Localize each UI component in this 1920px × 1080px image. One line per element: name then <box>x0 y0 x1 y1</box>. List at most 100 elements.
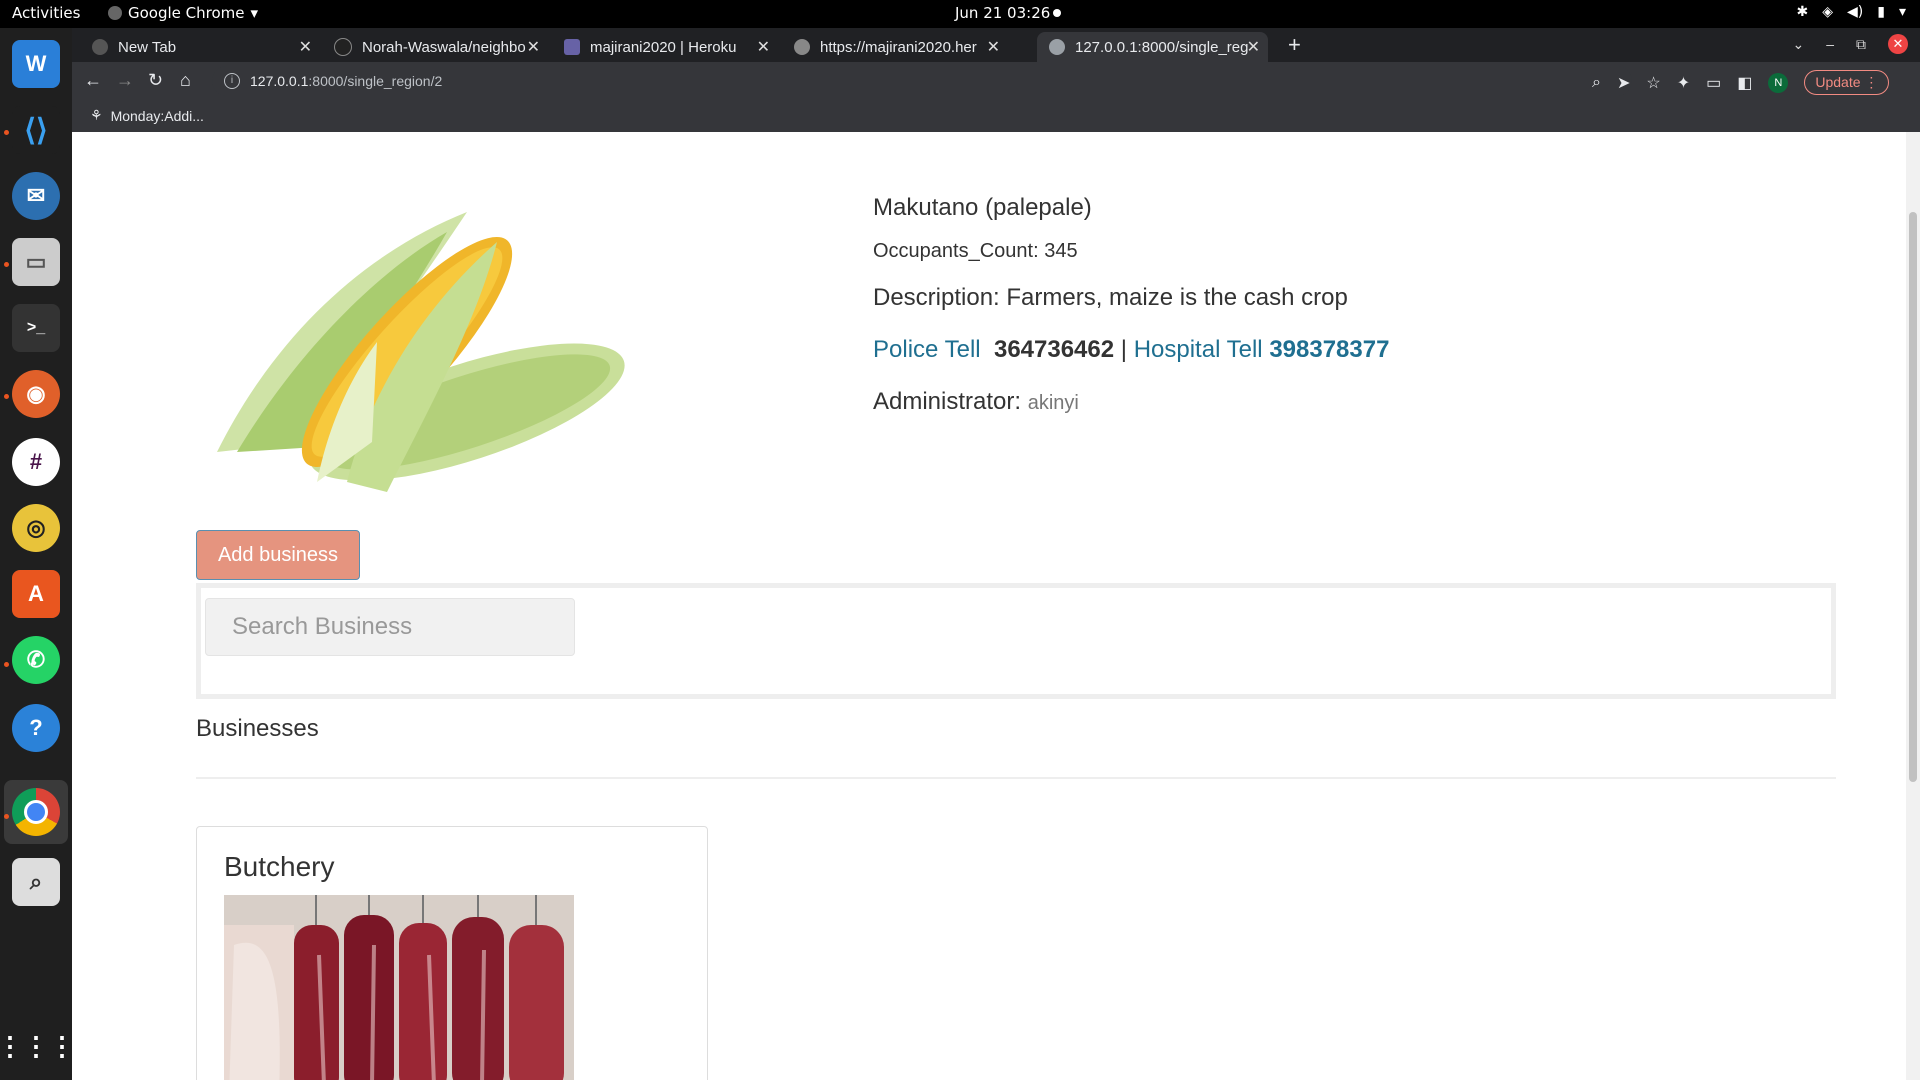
hospital-label: Hospital Tell <box>1133 336 1263 363</box>
tab-search-chevron-icon[interactable]: ⌄ <box>1792 36 1804 53</box>
tab-title: majirani2020 | Heroku <box>590 38 737 56</box>
reload-icon[interactable]: ↻ <box>148 70 163 91</box>
bookmarks-bar: ⚘ Monday:Addi... <box>72 100 1920 133</box>
profile-avatar[interactable]: N <box>1768 72 1789 93</box>
tab-strip: New Tab ✕ Norah-Waswala/neighbo ✕ majira… <box>72 28 1920 62</box>
url-path: :8000/single_region/2 <box>308 73 443 89</box>
administrator: Administrator: akinyi <box>873 388 1079 416</box>
site-info-icon[interactable]: i <box>224 73 240 89</box>
caret-down-icon: ▾ <box>250 4 259 22</box>
github-favicon-icon <box>334 38 352 56</box>
region-description: Description: Farmers, maize is the cash … <box>873 284 1348 311</box>
tab-heroku[interactable]: majirani2020 | Heroku ✕ <box>552 32 778 62</box>
wifi-icon: ◈ <box>1822 4 1834 20</box>
slack-tray-icon[interactable]: ✱ <box>1797 4 1809 20</box>
contact-separator: | <box>1120 336 1128 363</box>
send-icon[interactable]: ➤ <box>1617 73 1630 93</box>
zoom-icon[interactable]: ⌕ <box>1592 74 1601 92</box>
page-scrollbar[interactable] <box>1906 132 1920 1080</box>
recording-indicator-icon <box>1053 9 1061 17</box>
hospital-number: 398378377 <box>1269 336 1390 363</box>
chrome-small-icon <box>108 6 122 20</box>
police-label: Police Tell <box>873 336 981 363</box>
volume-icon: ◀) <box>1847 4 1864 20</box>
vscode-icon[interactable]: ⟨⟩ <box>12 106 60 154</box>
close-window-icon[interactable]: ✕ <box>1888 34 1908 54</box>
system-top-bar: Activities Google Chrome ▾ Jun 21 03:26 … <box>0 0 1920 28</box>
libreoffice-writer-icon[interactable]: W <box>12 40 60 88</box>
app-name: Google Chrome <box>128 4 245 22</box>
help-icon[interactable]: ? <box>12 704 60 752</box>
emergency-contacts: Police Tell 364736462 | Hospital Tell 39… <box>873 336 1389 364</box>
restore-icon[interactable]: ⧉ <box>1856 36 1866 53</box>
tab-title: 127.0.0.1:8000/single_reg <box>1075 38 1249 56</box>
page-viewport: Makutano (palepale) Occupants_Count: 345… <box>72 132 1920 1080</box>
update-button[interactable]: Update ⋮ <box>1804 70 1890 95</box>
url-host: 127.0.0.1 <box>250 73 309 89</box>
tab-majirani-site[interactable]: https://majirani2020.her ✕ <box>782 32 1008 62</box>
tab-close-icon[interactable]: ✕ <box>757 37 770 57</box>
app-center-icon[interactable]: A <box>12 570 60 618</box>
tab-close-icon[interactable]: ✕ <box>987 37 1000 57</box>
address-bar[interactable]: i 127.0.0.1 :8000/single_region/2 <box>212 66 1632 96</box>
extensions-puzzle-icon[interactable]: ✦ <box>1677 73 1690 93</box>
app-menu[interactable]: Google Chrome ▾ <box>108 4 258 22</box>
admin-label: Administrator: <box>873 388 1022 415</box>
globe-favicon-icon <box>1049 39 1065 55</box>
activities-button[interactable]: Activities <box>12 4 80 22</box>
business-name: Butchery <box>224 851 335 882</box>
slack-icon[interactable]: # <box>12 438 60 486</box>
window-controls: ⌄ – ⧉ ✕ <box>1792 34 1908 54</box>
heroku-favicon-icon <box>564 39 580 55</box>
tab-close-icon[interactable]: ✕ <box>527 37 540 57</box>
tab-close-icon[interactable]: ✕ <box>1247 37 1260 57</box>
bookmark-label: Monday:Addi... <box>110 107 204 124</box>
region-name: Makutano (palepale) <box>873 194 1092 221</box>
rhythmbox-icon[interactable]: ◎ <box>12 504 60 552</box>
globe-favicon-icon <box>794 39 810 55</box>
bookmark-item[interactable]: ⚘ Monday:Addi... <box>90 107 204 124</box>
new-tab-plus-icon[interactable]: + <box>1288 32 1301 58</box>
home-icon[interactable]: ⌂ <box>180 70 191 91</box>
scrollbar-thumb[interactable] <box>1909 212 1917 782</box>
butchery-image <box>224 895 574 1080</box>
businesses-heading: Businesses <box>196 715 319 742</box>
app-grid-icon[interactable]: ⋮⋮⋮ <box>0 1022 75 1070</box>
cast-icon[interactable]: ▭ <box>1706 73 1721 93</box>
maize-image <box>217 212 625 492</box>
terminal-icon[interactable]: >_ <box>12 304 60 352</box>
search-panel <box>196 583 1836 699</box>
browser-toolbar: ← → ↻ ⌂ i 127.0.0.1 :8000/single_region/… <box>72 62 1920 100</box>
admin-value: akinyi <box>1027 392 1079 414</box>
firefox-icon[interactable]: ◉ <box>12 370 60 418</box>
back-arrow-icon[interactable]: ← <box>84 70 102 91</box>
search-business-input[interactable] <box>205 598 575 656</box>
search-tool-icon[interactable]: ⌕ <box>12 858 60 906</box>
whatsapp-icon[interactable]: ✆ <box>12 636 60 684</box>
tab-favicon-icon <box>92 39 108 55</box>
battery-icon: ▮ <box>1877 4 1885 20</box>
forward-arrow-icon[interactable]: → <box>116 70 134 91</box>
tab-title: Norah-Waswala/neighbo <box>362 38 526 56</box>
divider <box>196 777 1836 779</box>
side-panel-icon[interactable]: ◧ <box>1737 73 1752 93</box>
tab-close-icon[interactable]: ✕ <box>299 37 312 57</box>
clock[interactable]: Jun 21 03:26 <box>955 4 1050 22</box>
dock: W ⟨⟩ ✉ ▭ >_ ◉ # ◎ A ✆ ? ⌕ ⋮⋮⋮ <box>0 28 75 1080</box>
tab-github[interactable]: Norah-Waswala/neighbo ✕ <box>322 32 548 62</box>
minimize-icon[interactable]: – <box>1826 36 1834 52</box>
tray-menu-caret-icon[interactable]: ▾ <box>1899 4 1906 20</box>
toolbar-right: ⌕ ➤ ☆ ✦ ▭ ◧ N Update ⋮ <box>1592 70 1890 95</box>
system-tray[interactable]: ✱ ◈ ◀) ▮ ▾ <box>1797 4 1907 20</box>
update-label: Update <box>1815 74 1861 90</box>
files-icon[interactable]: ▭ <box>12 238 60 286</box>
thunderbird-icon[interactable]: ✉ <box>12 172 60 220</box>
chrome-icon[interactable] <box>12 788 60 836</box>
tab-active-single-region[interactable]: 127.0.0.1:8000/single_reg ✕ <box>1037 32 1268 62</box>
tab-title: https://majirani2020.her <box>820 38 977 56</box>
police-number: 364736462 <box>993 336 1115 363</box>
bookmark-star-icon[interactable]: ☆ <box>1646 73 1660 93</box>
tab-new-tab[interactable]: New Tab ✕ <box>80 32 320 62</box>
add-business-button[interactable]: Add business <box>196 530 360 580</box>
business-card[interactable]: Butchery <box>196 826 708 1080</box>
